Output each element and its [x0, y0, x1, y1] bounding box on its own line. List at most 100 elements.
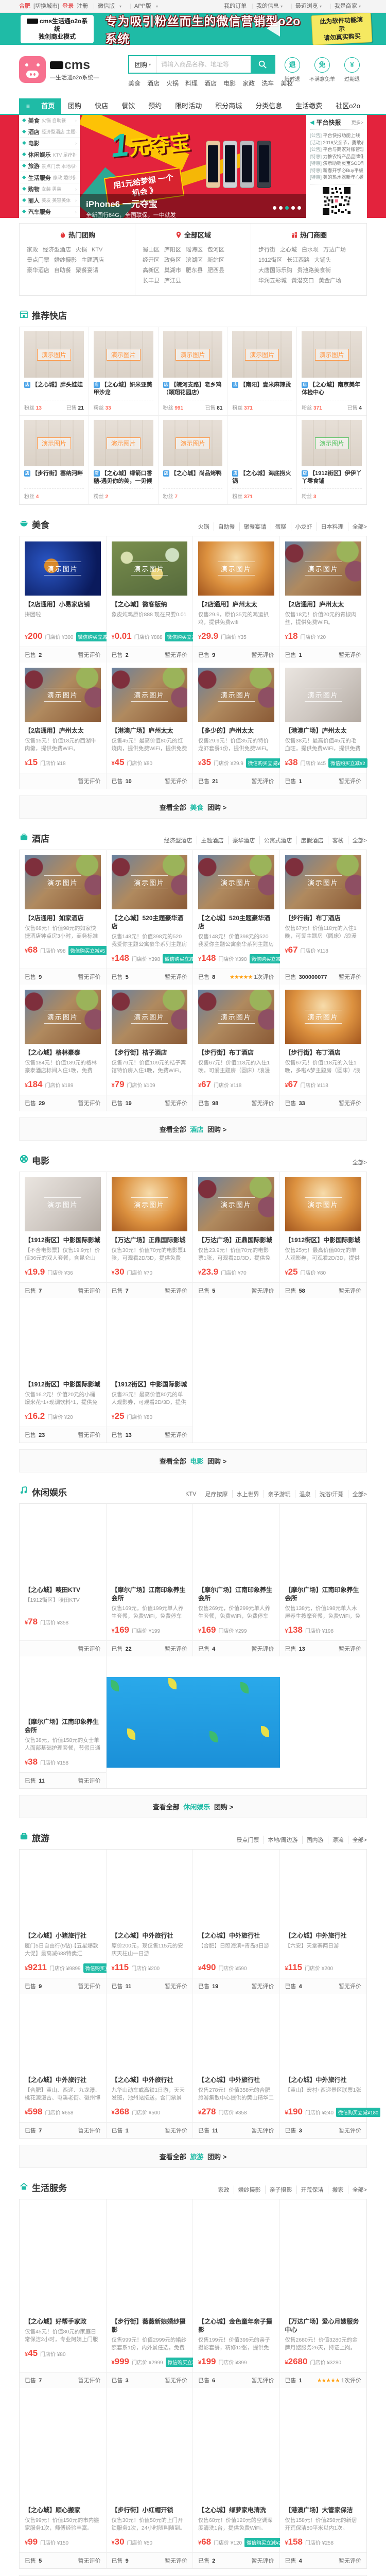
viewall-meishi[interactable]: 查看全部 美食 团购 > [19, 795, 367, 819]
hot-link[interactable]: 包河区 [207, 247, 224, 253]
shop-card[interactable]: 演示图片店【1912街区】伊伊丫丫零食铺粉丝 3 [297, 416, 366, 504]
site-logo[interactable]: cms —生活通o2o系统— [19, 56, 99, 83]
hot-keyword[interactable]: 家政 [242, 80, 255, 87]
hot-link[interactable]: 新站区 [207, 257, 224, 263]
hero-carousel[interactable]: 1元夺宝 用1元给梦想 一个机会 》 iPhone6 一元夺宝 全新国行64G，… [0, 115, 386, 218]
hot-link[interactable]: 肥东县 [186, 267, 203, 274]
city-label[interactable]: 合肥 [19, 3, 30, 9]
deal-card[interactable]: 【之心城】小猪旅行社厦门5日自由行(5钻)·【五星爆款大促】最高减688特卖汇¥… [20, 1850, 107, 1994]
hot-link[interactable]: 自助餐 [54, 267, 71, 274]
deal-card[interactable]: 演示图片【1912街区】中影国际影城仅售25元！最高价值80元的单人观影券，可观… [280, 1172, 367, 1298]
deal-card[interactable]: 演示图片【万达广场】正鼎国际影城仅售23.9元！价值70元的电影票1张，可观看2… [193, 1172, 280, 1298]
deal-card[interactable]: 【之心城】中外旅行社【黄山】宏村+西递景区联票1张¥190门店价 ¥240微信购… [280, 1994, 367, 2138]
carousel-dot[interactable] [279, 206, 283, 210]
wechat-version-link[interactable]: 微信版 ▾ [98, 3, 125, 9]
news-item[interactable]: [活动] 2016父亲节，勇敢表达 [310, 140, 363, 147]
deal-card[interactable]: 【之心城】中外旅行社九华山动车或高铁1日游，天天发班，池州站接送，含门票景交，祈… [107, 1994, 194, 2138]
deal-card[interactable]: 【步行街】薇薇新娘婚纱摄影仅售999元！价值2999元的婚纱照套系1份，内外景任… [107, 2199, 194, 2388]
sidebar-item-汽车服务[interactable]: ◆汽车服务› [19, 207, 80, 218]
deal-card[interactable]: 【之心城】唛田KTV【1912街区】唛田KTV¥78门店价 ¥358暂无评价 [20, 1504, 107, 1656]
hot-link[interactable]: 政务区 [164, 257, 181, 263]
nav-item-社区o2o[interactable]: 社区o2o [329, 98, 367, 114]
hot-link[interactable]: 瑶海区 [186, 247, 203, 253]
deal-card[interactable]: 演示图片【2店通用】如家酒店仅售68元！价值98元的如家快捷酒店钟点房3小时，商… [20, 850, 107, 985]
hot-link[interactable]: 肥西县 [207, 267, 224, 274]
sidebar-item-酒店[interactable]: ◆酒店经济型酒店 主题酒店› [19, 126, 80, 138]
hot-keyword[interactable]: 洗车 [261, 80, 274, 87]
sidebar-item-购物[interactable]: ◆购物女装 男装› [19, 183, 80, 195]
utility-link[interactable]: 我是商家 ▾ [335, 3, 364, 9]
deal-card[interactable]: 演示图片【之心城】520主题豪华酒店仅售148元！价值398元的520 我爱你主… [193, 850, 280, 985]
shop-card[interactable]: 演示图片店【之心城】胖头娃娃粉丝 13已售 21 [20, 327, 89, 416]
carousel-dot[interactable] [291, 206, 295, 210]
shop-card[interactable]: 店【之心城】海底捞火锅粉丝 371 [227, 416, 297, 504]
deal-card[interactable]: 演示图片【港澳广场】庐州太太仅售45元！最高价值80元的红烧肉，提供免费WiFi… [107, 663, 194, 789]
carousel-dot[interactable] [285, 206, 289, 210]
news-item[interactable]: [公告] 平台快报功能上线 [310, 132, 363, 140]
hot-link[interactable]: KTV [92, 247, 102, 253]
hot-link[interactable]: 步行街 [258, 247, 275, 253]
hot-link[interactable]: 婚纱摄影 [54, 257, 77, 263]
search-category-select[interactable]: 团购 ▾ [129, 56, 157, 73]
deal-card[interactable]: 【之心城】金色童年亲子摄影仅售199元！价值399元的亲子摄影套餐，精修12张，… [193, 2199, 280, 2388]
carousel-dot[interactable] [297, 206, 301, 210]
nav-item-预约[interactable]: 预约 [142, 98, 168, 114]
deal-card[interactable]: 演示图片【2店通用】庐州太太仅售15元！价值18元的西湖牛肉羹，提供免费WiFi… [20, 663, 107, 789]
shop-card[interactable]: 演示图片店【之心城】南京美年体检中心粉丝 371已售 4 [297, 327, 366, 416]
app-version-link[interactable]: APP版 ▾ [134, 3, 161, 9]
tab-蛋糕[interactable]: 蛋糕 [271, 522, 291, 531]
deal-card[interactable]: 演示图片【步行街】布丁酒店仅售67元！价值118元的入住1晚，可爱主题房（圆床）… [193, 985, 280, 1111]
sidebar-item-生活服务[interactable]: ◆生活服务家政 婚纱摄影› [19, 172, 80, 183]
hot-link[interactable]: 贵池路美食街 [297, 267, 331, 274]
hot-link[interactable]: 滨湖区 [186, 257, 203, 263]
tab-all[interactable]: 全部> [348, 522, 367, 531]
hot-link[interactable]: 庐江县 [164, 278, 181, 284]
sidebar-item-电影[interactable]: ◆电影› [19, 138, 80, 149]
shop-card[interactable]: 演示图片店【之心城】妍米亚美甲沙龙粉丝 33 [89, 327, 159, 416]
tab-开荒保洁[interactable]: 开荒保洁 [297, 2185, 328, 2194]
deal-card[interactable]: 【之心城】顺心搬家仅售99元！价值150元的市内搬家服务1次，师傅经验丰富。¥9… [20, 2388, 107, 2568]
shop-card[interactable]: 演示图片店【南阳】壹米麻辣烫粉丝 371 [227, 327, 297, 416]
sidebar-item-美食[interactable]: ◆美食火锅 自助餐› [19, 115, 80, 126]
deal-card[interactable]: 【之心城】中外旅行社【合肥】日照海滨+青岛3日游¥490门店价 ¥590已售 1… [193, 1850, 280, 1994]
deal-card[interactable]: 演示图片【万达广场】正鼎国际影城仅售30元！价值70元的电影票1张，可观看2D/… [107, 1172, 194, 1298]
news-item[interactable]: [特惠] 力推农特产品品牌化 [310, 154, 363, 161]
nav-item-限时活动[interactable]: 限时活动 [168, 98, 208, 114]
deal-card[interactable]: 【港澳广场】大管家保洁仅售158元！价值258元的新居开荒保洁80平米以内1次。… [280, 2388, 367, 2568]
deal-card[interactable]: 演示图片【2店通用】庐州太太仅售18元！价值20元的青椒肉丝，提供免费WiFi。… [280, 536, 367, 663]
promo-banner-image[interactable] [107, 1677, 280, 1768]
deal-card[interactable]: 【摩尔广场】江南印象养生会所仅售138元，价值198元单人木屋养生按摩套餐，免费… [280, 1504, 367, 1656]
hot-link[interactable]: 黄潜交口 [291, 278, 314, 284]
login-link[interactable]: 登录 [62, 3, 74, 9]
viewall-dianying[interactable]: 查看全部 电影 团购 > [19, 1449, 367, 1472]
tab-all[interactable]: 全部> [348, 1490, 367, 1498]
tab-本地/周边游[interactable]: 本地/周边游 [264, 1836, 303, 1844]
tab-小龙虾[interactable]: 小龙虾 [291, 522, 317, 531]
tab-自助餐[interactable]: 自助餐 [214, 522, 240, 531]
news-item[interactable]: [特惠] 美的热水器新年心愿单 [310, 174, 363, 181]
tab-温泉[interactable]: 温泉 [295, 1490, 315, 1498]
hot-link[interactable]: 豪华酒店 [27, 267, 49, 274]
tab-经济型酒店[interactable]: 经济型酒店 [160, 836, 197, 844]
hot-link[interactable]: 大唐国际乐购 [258, 267, 292, 274]
deal-card[interactable]: 演示图片【之心城】微客版纳象皮炖鸡原价888 现在只要0.01¥0.01门店价 … [107, 536, 194, 663]
hot-link[interactable]: 家政 [27, 247, 38, 253]
hot-keyword[interactable]: 料理 [185, 80, 198, 87]
deal-card[interactable]: 【1912街区】中影国际影城仅售25元！最高价值80元的单人观影券，可观看2D/… [107, 1298, 194, 1443]
deal-card[interactable]: 【步行街】小红帽开锁仅售30元！价值50元的上门开锁服务1次，24小时随叫随到。… [107, 2388, 194, 2568]
promo-strip[interactable]: cms生活通o2o系统 独创商业模式 专为吸引粉丝而生的微信营销型o2o系统 此… [0, 13, 386, 45]
nav-item-分类信息[interactable]: 分类信息 [249, 98, 289, 114]
tab-亲子摄影[interactable]: 亲子摄影 [266, 2185, 297, 2194]
deal-card[interactable]: 【之心城】好帮手家政仅售45元！价值80元的家庭日常保洁2小时，专业阿姨上门服务… [20, 2199, 107, 2388]
deal-card[interactable]: 演示图片【2店通用】庐州太太仅售29.9，原价35元的鸿运扒鸡，提供免费wifi… [193, 536, 280, 663]
sidebar-item-休闲娱乐[interactable]: ◆休闲娱乐KTV 足疗按摩› [19, 149, 80, 161]
hot-link[interactable]: 聚餐宴请 [76, 267, 98, 274]
hot-link[interactable]: 华润五彩城 [258, 278, 287, 284]
tab-火锅[interactable]: 火锅 [194, 522, 214, 531]
tab-all[interactable]: 全部> [348, 836, 367, 844]
tab-国内游[interactable]: 国内游 [303, 1836, 328, 1844]
hot-keyword[interactable]: 酒店 [204, 80, 217, 87]
hot-link[interactable]: 1912街区 [258, 257, 282, 263]
guarantee-item[interactable]: 免不满意免单 [307, 57, 337, 82]
tab-客栈[interactable]: 客栈 [328, 836, 348, 844]
